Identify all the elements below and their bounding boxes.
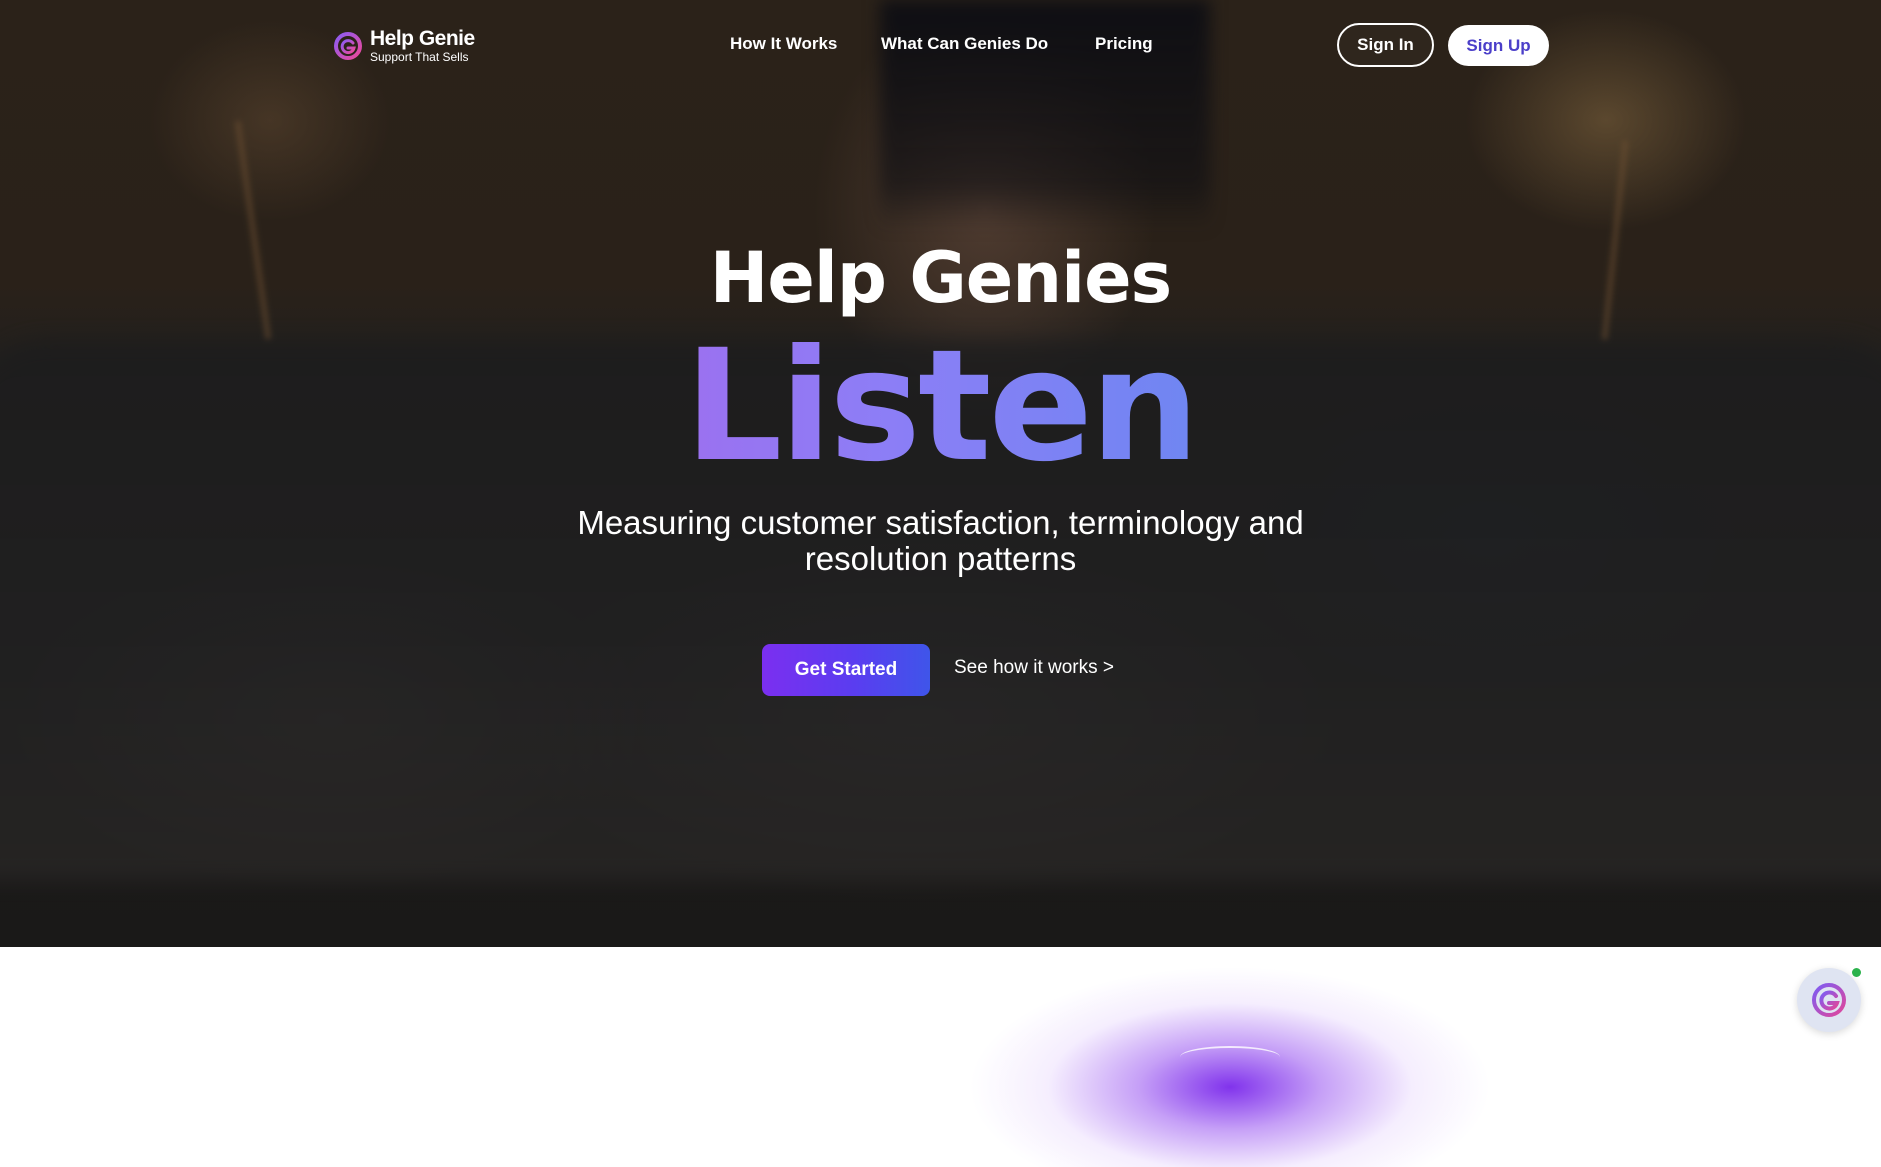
get-started-button[interactable]: Get Started: [762, 644, 930, 696]
site-header: Help Genie Support That Sells How It Wor…: [0, 0, 1881, 90]
nav-item-what-can-genies-do[interactable]: What Can Genies Do: [881, 34, 1048, 54]
sign-up-button[interactable]: Sign Up: [1448, 25, 1549, 66]
hero-section: Help Genie Support That Sells How It Wor…: [0, 0, 1881, 947]
online-status-dot: [1852, 968, 1861, 977]
genie-chat-icon: [1812, 983, 1846, 1017]
hero-title: Help Genies: [709, 237, 1172, 319]
main-nav: How It Works What Can Genies Do Pricing: [0, 34, 1881, 58]
hero-highlight-container: Listen: [0, 330, 1881, 484]
hero-subtitle: Measuring customer satisfaction, termino…: [577, 504, 1304, 577]
chat-widget-button[interactable]: [1797, 968, 1861, 1032]
nav-item-how-it-works[interactable]: How It Works: [730, 34, 837, 54]
sign-in-button[interactable]: Sign In: [1337, 23, 1434, 67]
nav-item-pricing[interactable]: Pricing: [1095, 34, 1153, 54]
see-how-it-works-link[interactable]: See how it works >: [954, 657, 1114, 679]
hero-highlight-word: Listen: [684, 317, 1199, 496]
glow-arc-decoration: [1180, 1046, 1280, 1068]
